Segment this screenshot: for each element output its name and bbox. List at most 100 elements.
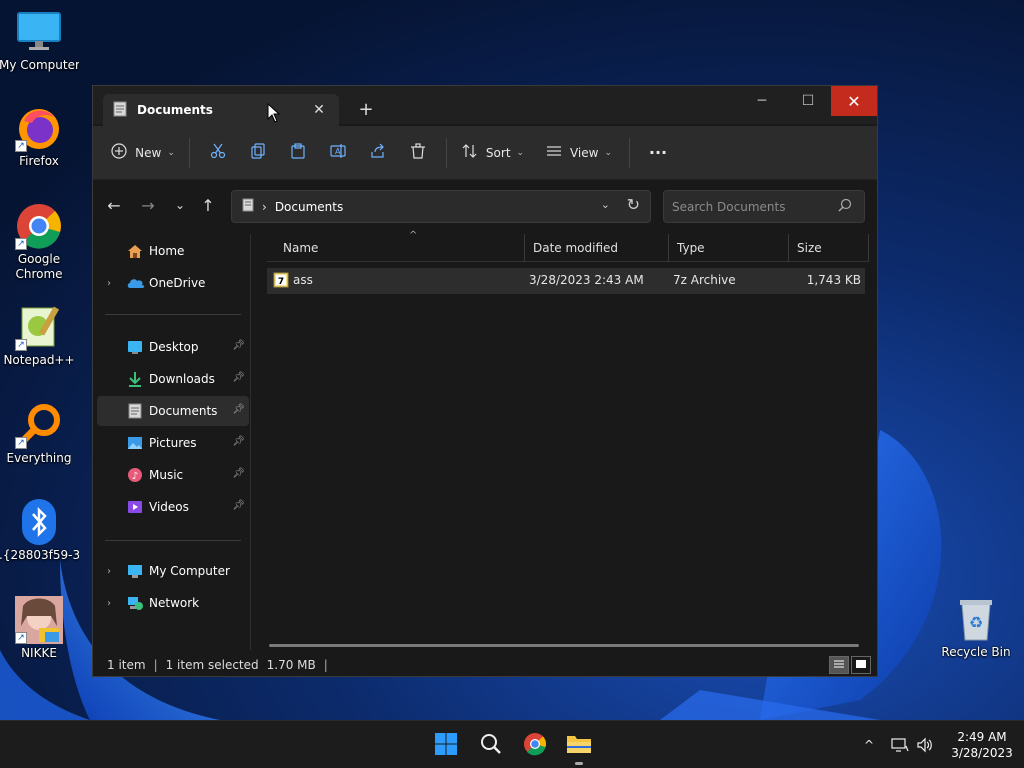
breadcrumb-documents[interactable]: Documents (275, 200, 343, 214)
column-header-type[interactable]: Type (669, 234, 789, 262)
close-window-button[interactable]: ✕ (831, 86, 877, 116)
desktop-icon-everything[interactable]: ↗ Everything (1, 401, 77, 466)
up-button[interactable]: ↑ (195, 192, 221, 218)
svg-text:♻: ♻ (969, 613, 983, 632)
delete-button[interactable] (398, 136, 438, 170)
cut-button[interactable] (198, 136, 238, 170)
pin-icon[interactable]: 📌︎ (232, 436, 245, 447)
toolbar-divider (189, 137, 190, 168)
sort-button[interactable]: Sort ⌄ (455, 136, 531, 170)
chevron-right-icon[interactable]: › (107, 598, 111, 609)
copy-button[interactable] (238, 136, 278, 170)
sidebar-item-network[interactable]: › Network (97, 588, 249, 618)
start-button[interactable] (432, 731, 460, 759)
pin-icon[interactable]: 📌︎ (232, 340, 245, 351)
sidebar-item-my-computer[interactable]: › My Computer (97, 556, 249, 586)
new-tab-button[interactable]: + (355, 98, 377, 120)
desktop-icon-chrome[interactable]: ↗ Google Chrome (1, 202, 77, 282)
volume-icon[interactable] (915, 735, 935, 755)
column-header-date-modified[interactable]: Date modified (525, 234, 669, 262)
rename-icon: A (330, 143, 346, 162)
search-icon (480, 733, 502, 758)
sidebar-item-downloads[interactable]: Downloads 📌︎ (97, 364, 249, 394)
show-hidden-icons-button[interactable]: ^ (859, 735, 879, 755)
horizontal-scrollbar[interactable] (269, 644, 859, 647)
chevron-right-icon[interactable]: › (107, 278, 111, 289)
sort-arrows-icon (462, 143, 478, 162)
system-clock[interactable]: 2:49 AM 3/28/2023 (942, 729, 1022, 761)
monitor-icon (127, 563, 143, 579)
column-header-size[interactable]: Size (789, 234, 869, 262)
new-button[interactable]: New ⌄ (105, 136, 181, 170)
search-input[interactable] (672, 199, 832, 214)
back-button[interactable]: ← (101, 192, 127, 218)
details-view-button[interactable] (829, 656, 849, 674)
close-tab-button[interactable]: ✕ (309, 100, 329, 120)
toolbar-divider (446, 137, 447, 168)
taskbar: ^ 2:49 AM 3/28/2023 (0, 720, 1024, 768)
pin-icon[interactable]: 📌︎ (232, 372, 245, 383)
desktop-icon-bluetooth[interactable]: .{28803f59-3... (0, 498, 79, 563)
command-bar: New ⌄ A Sort ⌄ View ⌄ ··· (93, 126, 877, 180)
rename-button[interactable]: A (318, 136, 358, 170)
monitor-icon (15, 8, 63, 56)
chevron-down-icon: ⌄ (174, 198, 186, 212)
address-history-chevron-icon[interactable]: ⌄ (601, 198, 610, 211)
desktop-folder-icon (127, 339, 143, 355)
title-bar[interactable]: Documents ✕ + ─ ☐ ✕ (93, 86, 877, 126)
pin-icon[interactable]: 📌︎ (232, 468, 245, 479)
paste-button[interactable] (278, 136, 318, 170)
navigation-pane: Home › OneDrive Desktop 📌︎ Downloads 📌︎ … (93, 234, 251, 650)
taskbar-chrome-button[interactable] (521, 731, 549, 759)
item-count: 1 item (107, 658, 146, 672)
file-size: 1,743 KB (806, 273, 861, 287)
network-status-icon[interactable] (890, 735, 910, 755)
sidebar-item-music[interactable]: ♪ Music 📌︎ (97, 460, 249, 490)
more-options-button[interactable]: ··· (638, 136, 678, 170)
clock-time: 2:49 AM (957, 730, 1007, 744)
chevron-right-icon[interactable]: › (107, 566, 111, 577)
column-header-name[interactable]: Name ^ (267, 230, 525, 262)
pin-icon[interactable]: 📌︎ (232, 404, 245, 415)
desktop-icon-recycle-bin[interactable]: ♻ Recycle Bin (936, 595, 1016, 660)
file-date-modified: 3/28/2023 2:43 AM (529, 273, 644, 287)
folder-icon (566, 733, 592, 758)
breadcrumb-separator-icon: › (262, 199, 267, 214)
tab-documents[interactable]: Documents ✕ (103, 94, 339, 126)
view-button[interactable]: View ⌄ (537, 136, 621, 170)
large-icons-view-button[interactable] (851, 656, 871, 674)
desktop-icon-notepadpp[interactable]: ↗ Notepad++ (1, 303, 77, 368)
sort-ascending-icon: ^ (409, 230, 418, 241)
refresh-icon[interactable]: ↻ (627, 195, 640, 214)
sidebar-item-label: Network (149, 596, 200, 610)
status-bar: 1 item | 1 item selected 1.70 MB | (93, 654, 877, 676)
search-icon[interactable] (838, 198, 852, 215)
maximize-button[interactable]: ☐ (785, 86, 831, 116)
sidebar-item-videos[interactable]: Videos 📌︎ (97, 492, 249, 522)
sidebar-item-desktop[interactable]: Desktop 📌︎ (97, 332, 249, 362)
sidebar-item-home[interactable]: Home (97, 236, 249, 266)
selected-size: 1.70 MB (266, 658, 316, 672)
minimize-button[interactable]: ─ (739, 86, 785, 116)
forward-button[interactable]: → (135, 192, 161, 218)
column-name-label: Type (677, 241, 705, 255)
address-bar[interactable]: › Documents ⌄ ↻ (231, 190, 651, 223)
search-box[interactable] (663, 190, 865, 223)
sidebar-item-label: Home (149, 244, 185, 258)
sidebar-item-onedrive[interactable]: › OneDrive (97, 268, 249, 298)
sidebar-item-pictures[interactable]: Pictures 📌︎ (97, 428, 249, 458)
sidebar-item-documents[interactable]: Documents 📌︎ (97, 396, 249, 426)
taskbar-search-button[interactable] (477, 731, 505, 759)
desktop-icon-my-computer[interactable]: My Computer (0, 8, 79, 73)
pin-icon[interactable]: 📌︎ (232, 500, 245, 511)
recent-locations-button[interactable]: ⌄ (167, 192, 193, 218)
copy-icon (250, 143, 266, 162)
desktop-icon-nikke[interactable]: ↗ NIKKE (1, 596, 77, 661)
table-row[interactable]: 7 ass 3/28/2023 2:43 AM 7z Archive 1,743… (267, 268, 865, 294)
desktop-icon-label: .{28803f59-3... (0, 548, 79, 562)
taskbar-file-explorer-button[interactable] (565, 731, 593, 759)
share-button[interactable] (358, 136, 398, 170)
desktop-icon-firefox[interactable]: ↗ Firefox (1, 104, 77, 169)
column-header-row: Name ^ Date modified Type Size (267, 230, 869, 262)
details-view-icon (833, 658, 845, 672)
